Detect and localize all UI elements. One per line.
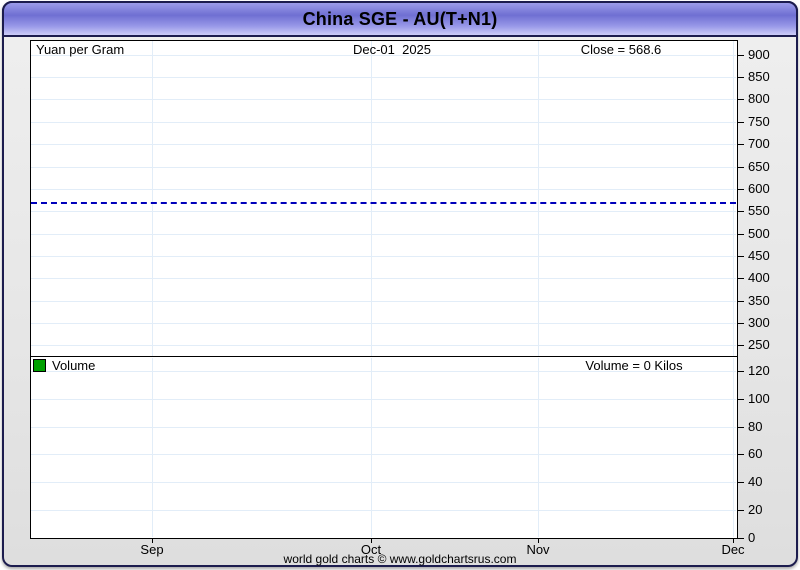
price-tick-mark xyxy=(737,234,744,235)
price-unit-label: Yuan per Gram xyxy=(36,43,124,57)
price-gridline xyxy=(31,99,736,100)
price-gridline xyxy=(31,345,736,346)
price-tick-label: 550 xyxy=(748,204,770,218)
volume-tick-label: 0 xyxy=(748,531,755,545)
volume-tick-label: 40 xyxy=(748,475,762,489)
volume-gridline xyxy=(31,427,736,428)
price-tick-label: 400 xyxy=(748,271,770,285)
close-price-dashed-line xyxy=(31,202,736,204)
volume-tick-mark xyxy=(737,510,744,511)
volume-tick-label: 60 xyxy=(748,447,762,461)
price-plot-area xyxy=(30,40,738,357)
volume-gridline xyxy=(31,454,736,455)
price-gridline xyxy=(31,301,736,302)
price-tick-mark xyxy=(737,211,744,212)
volume-gridline xyxy=(31,510,736,511)
price-tick-mark xyxy=(737,301,744,302)
price-tick-label: 800 xyxy=(748,92,770,106)
price-tick-label: 900 xyxy=(748,48,770,62)
price-tick-mark xyxy=(737,256,744,257)
price-gridline xyxy=(31,189,736,190)
date-label: Dec-01 2025 xyxy=(353,43,431,57)
price-tick-mark xyxy=(737,99,744,100)
price-tick-label: 600 xyxy=(748,182,770,196)
price-vertical-gridline xyxy=(152,41,153,356)
volume-legend-label: Volume xyxy=(52,359,95,373)
price-tick-mark xyxy=(737,122,744,123)
price-gridline xyxy=(31,234,736,235)
price-vertical-gridline xyxy=(538,41,539,356)
price-vertical-gridline xyxy=(733,41,734,356)
x-tick-label: Sep xyxy=(140,542,163,557)
price-gridline xyxy=(31,167,736,168)
x-tick-label: Nov xyxy=(526,542,549,557)
volume-legend-square-icon xyxy=(33,359,46,372)
volume-vertical-gridline xyxy=(152,358,153,537)
price-tick-mark xyxy=(737,189,744,190)
price-gridline xyxy=(31,77,736,78)
price-tick-label: 700 xyxy=(748,137,770,151)
x-tick-label: Dec xyxy=(721,542,744,557)
price-gridline xyxy=(31,144,736,145)
volume-vertical-gridline xyxy=(538,358,539,537)
price-tick-label: 650 xyxy=(748,160,770,174)
price-tick-mark xyxy=(737,323,744,324)
price-tick-label: 500 xyxy=(748,227,770,241)
volume-vertical-gridline xyxy=(733,358,734,537)
price-tick-label: 250 xyxy=(748,338,770,352)
price-vertical-gridline xyxy=(371,41,372,356)
price-tick-label: 850 xyxy=(748,70,770,84)
volume-plot-area xyxy=(30,356,738,539)
price-tick-mark xyxy=(737,55,744,56)
footer-credit-line: world gold charts © www.goldchartsrus.co… xyxy=(284,552,517,566)
volume-tick-label: 120 xyxy=(748,364,770,378)
price-gridline xyxy=(31,278,736,279)
volume-tick-mark xyxy=(737,399,744,400)
price-tick-label: 350 xyxy=(748,294,770,308)
volume-tick-mark xyxy=(737,482,744,483)
volume-tick-mark xyxy=(737,371,744,372)
price-tick-label: 450 xyxy=(748,249,770,263)
close-value-label: Close = 568.6 xyxy=(581,43,662,57)
price-tick-mark xyxy=(737,278,744,279)
price-tick-label: 300 xyxy=(748,316,770,330)
volume-tick-mark xyxy=(737,427,744,428)
volume-tick-mark xyxy=(737,538,744,539)
volume-gridline xyxy=(31,482,736,483)
price-gridline xyxy=(31,211,736,212)
price-gridline xyxy=(31,122,736,123)
volume-tick-label: 20 xyxy=(748,503,762,517)
volume-value-label: Volume = 0 Kilos xyxy=(585,359,682,373)
price-tick-mark xyxy=(737,345,744,346)
price-gridline xyxy=(31,256,736,257)
price-gridline xyxy=(31,323,736,324)
price-tick-mark xyxy=(737,144,744,145)
price-tick-label: 750 xyxy=(748,115,770,129)
price-tick-mark xyxy=(737,77,744,78)
price-tick-mark xyxy=(737,167,744,168)
volume-vertical-gridline xyxy=(371,358,372,537)
chart-stage: Yuan per Gram Dec-01 2025 Close = 568.6 … xyxy=(0,0,800,570)
volume-tick-mark xyxy=(737,454,744,455)
volume-tick-label: 80 xyxy=(748,420,762,434)
volume-gridline xyxy=(31,399,736,400)
volume-tick-label: 100 xyxy=(748,392,770,406)
